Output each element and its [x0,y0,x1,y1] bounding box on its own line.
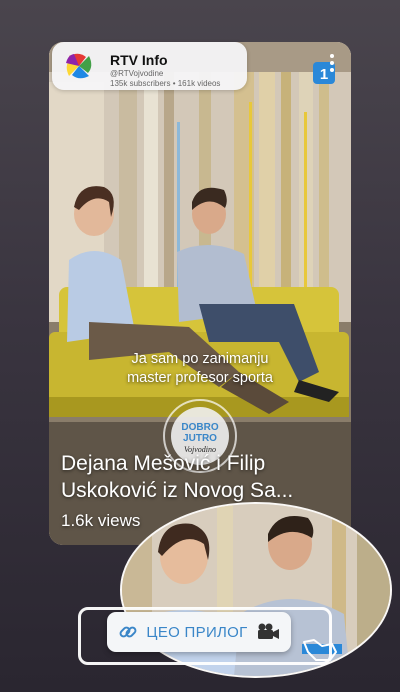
video-title-line-1: Dejana Mešović i Filip [61,452,266,475]
full-segment-button[interactable]: ЦЕО ПРИЛОГ [107,612,291,652]
channel-logo-icon [66,53,92,79]
channel-handle: @RTVojvodine [110,69,164,78]
more-vert-icon[interactable] [326,52,338,76]
caption-line-2: master profesor sporta [127,370,273,386]
caption-line-1: Ja sam po zanimanju [131,351,269,367]
link-icon [120,626,137,638]
channel-stats: 135k subscribers • 161k videos [110,79,221,88]
video-title[interactable]: Dejana Mešović i Filip Uskoković iz Novo… [61,450,351,504]
full-segment-label: ЦЕО ПРИЛОГ [146,623,248,641]
pointer-hand-icon [303,639,337,661]
view-count: 1.6k views [61,511,141,530]
movie-camera-icon [257,623,279,639]
svg-text:JUTRO: JUTRO [183,433,217,444]
channel-header[interactable]: RTV Info @RTVojvodine 135k subscribers •… [52,42,247,90]
video-caption: Ja sam po zanimanju master profesor spor… [80,350,320,388]
svg-text:DOBRO: DOBRO [181,422,218,433]
video-title-line-2: Uskoković iz Novog Sa... [61,479,294,502]
channel-name: RTV Info [110,52,168,68]
